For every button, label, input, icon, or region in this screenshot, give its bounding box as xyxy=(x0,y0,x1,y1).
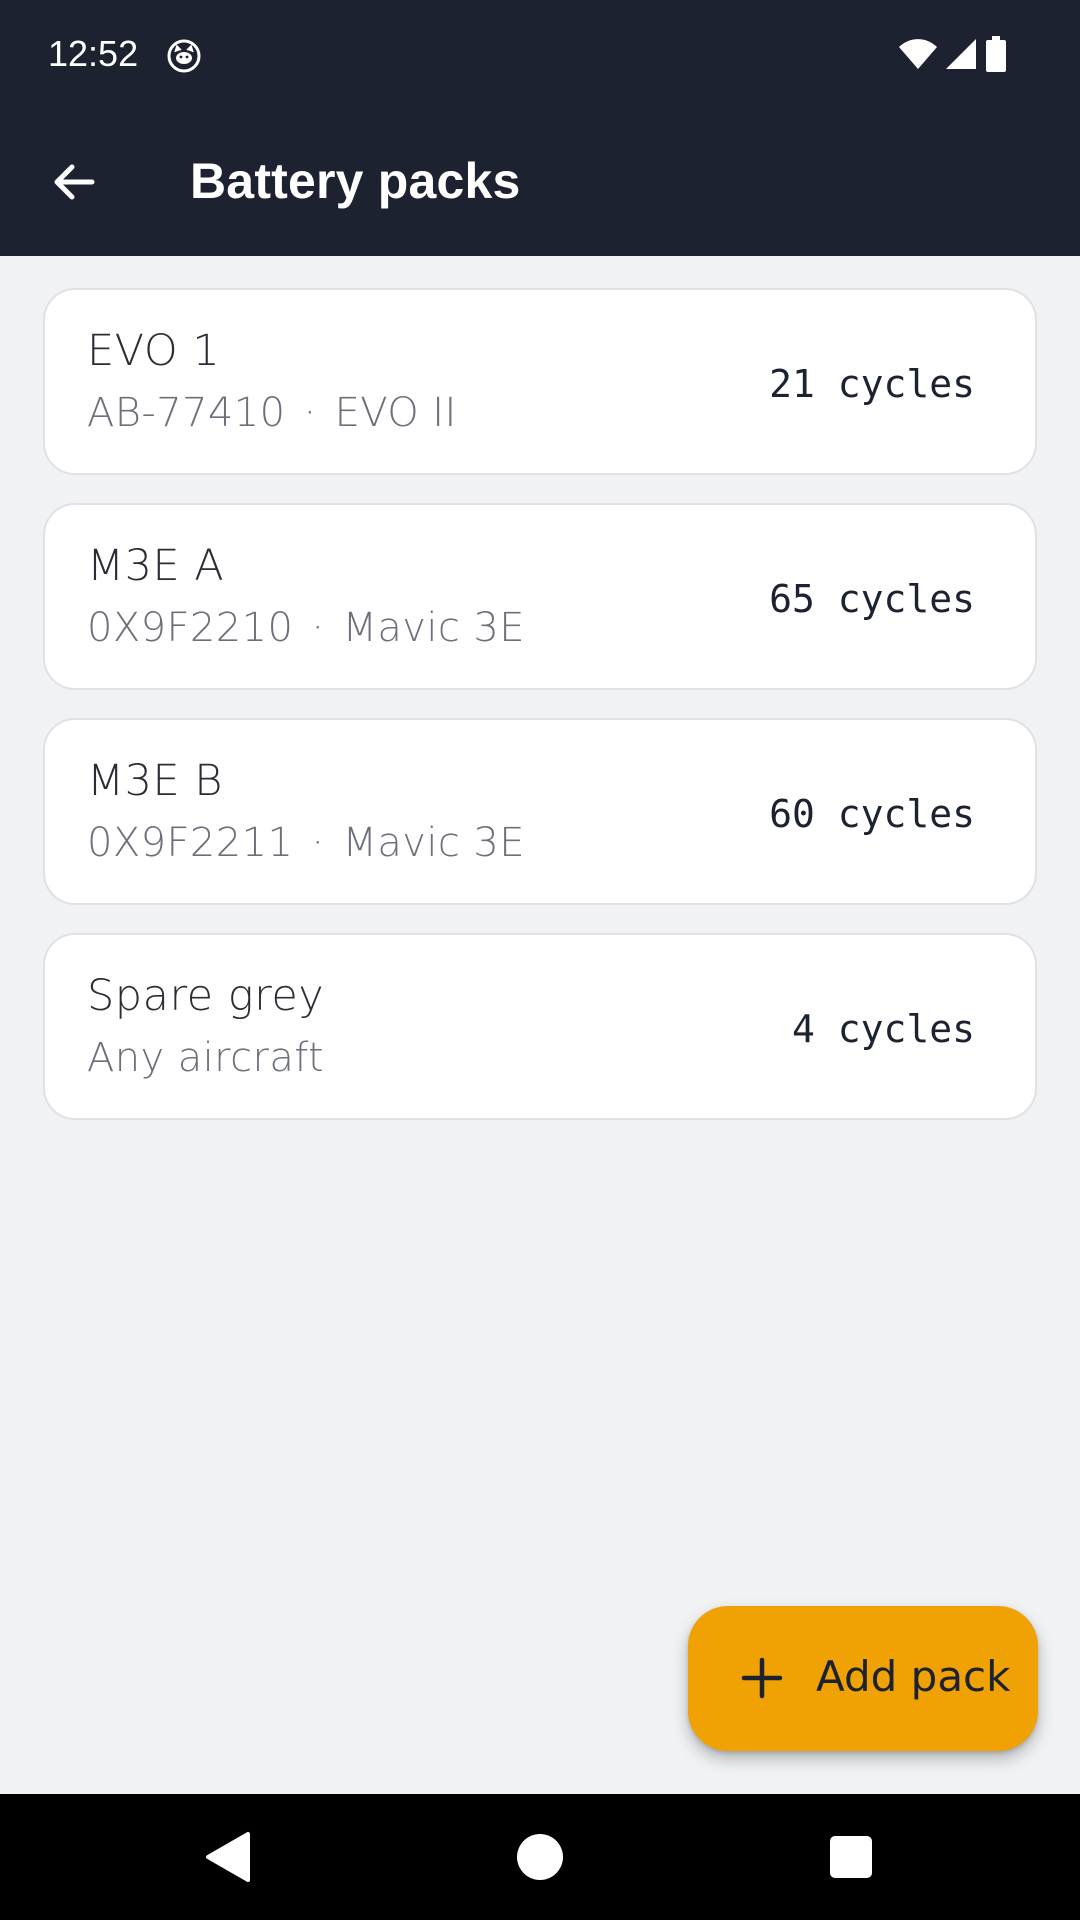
page-title: Battery packs xyxy=(190,153,521,209)
battery-pack-card[interactable]: Spare grey Any aircraft 4 cycles xyxy=(43,933,1037,1120)
back-triangle-icon[interactable] xyxy=(196,1824,262,1890)
pack-cycles: 4 cycles xyxy=(791,1007,975,1051)
pack-serial: AB-77410 xyxy=(87,390,286,436)
pack-name: M3E B xyxy=(87,756,223,806)
pack-aircraft: Mavic 3E xyxy=(342,820,525,866)
pack-meta: 0X9F2211 · Mavic 3E xyxy=(87,820,525,866)
home-circle-icon[interactable] xyxy=(507,1824,573,1890)
status-time: 12:52 xyxy=(48,33,139,74)
pack-name: Spare grey xyxy=(87,971,325,1021)
pack-cycles: 21 cycles xyxy=(769,362,975,406)
battery-pack-card[interactable]: M3E B 0X9F2211 · Mavic 3E 60 cycles xyxy=(43,718,1037,905)
pack-aircraft: Any aircraft xyxy=(87,1035,325,1081)
pack-name: EVO 1 xyxy=(87,326,221,376)
battery-packs-screen: 12:52 Battery packs EVO 1 AB-77410 · EVO… xyxy=(0,0,1080,1920)
pack-meta: Any aircraft xyxy=(87,1035,324,1081)
pack-meta: AB-77410 · EVO II xyxy=(87,390,457,436)
pack-aircraft: Mavic 3E xyxy=(342,605,525,651)
pack-aircraft: EVO II xyxy=(334,390,457,436)
add-pack-label: Add pack xyxy=(816,1652,1011,1701)
recents-square-icon[interactable] xyxy=(818,1824,884,1890)
pack-name: M3E A xyxy=(87,541,225,591)
pack-meta-separator: · xyxy=(303,390,317,436)
app-bar: Battery packs xyxy=(0,110,1080,256)
battery-icon xyxy=(986,36,1006,72)
battery-pack-card[interactable]: EVO 1 AB-77410 · EVO II 21 cycles xyxy=(43,288,1037,475)
pack-cycles: 60 cycles xyxy=(769,792,975,836)
pack-serial: 0X9F2210 xyxy=(87,605,294,651)
back-button[interactable] xyxy=(36,144,112,220)
arrow-left-icon xyxy=(54,164,95,200)
battery-pack-card[interactable]: M3E A 0X9F2210 · Mavic 3E 65 cycles xyxy=(43,503,1037,690)
status-bar: 12:52 xyxy=(0,0,1080,110)
cellular-signal-icon xyxy=(946,39,976,69)
wifi-icon xyxy=(899,39,937,69)
plus-icon xyxy=(741,1657,783,1699)
pack-serial: 0X9F2211 xyxy=(87,820,294,866)
status-icons xyxy=(898,36,1008,72)
system-navigation-bar xyxy=(0,1794,1080,1920)
pack-meta-separator: · xyxy=(311,820,325,866)
cat-face-icon xyxy=(167,39,201,73)
pack-meta-separator: · xyxy=(311,605,325,651)
battery-pack-list: EVO 1 AB-77410 · EVO II 21 cycles M3E A 0X… xyxy=(43,288,1037,1148)
pack-meta: 0X9F2210 · Mavic 3E xyxy=(87,605,525,651)
add-pack-button[interactable]: Add pack xyxy=(688,1606,1038,1751)
pack-cycles: 65 cycles xyxy=(769,577,975,621)
